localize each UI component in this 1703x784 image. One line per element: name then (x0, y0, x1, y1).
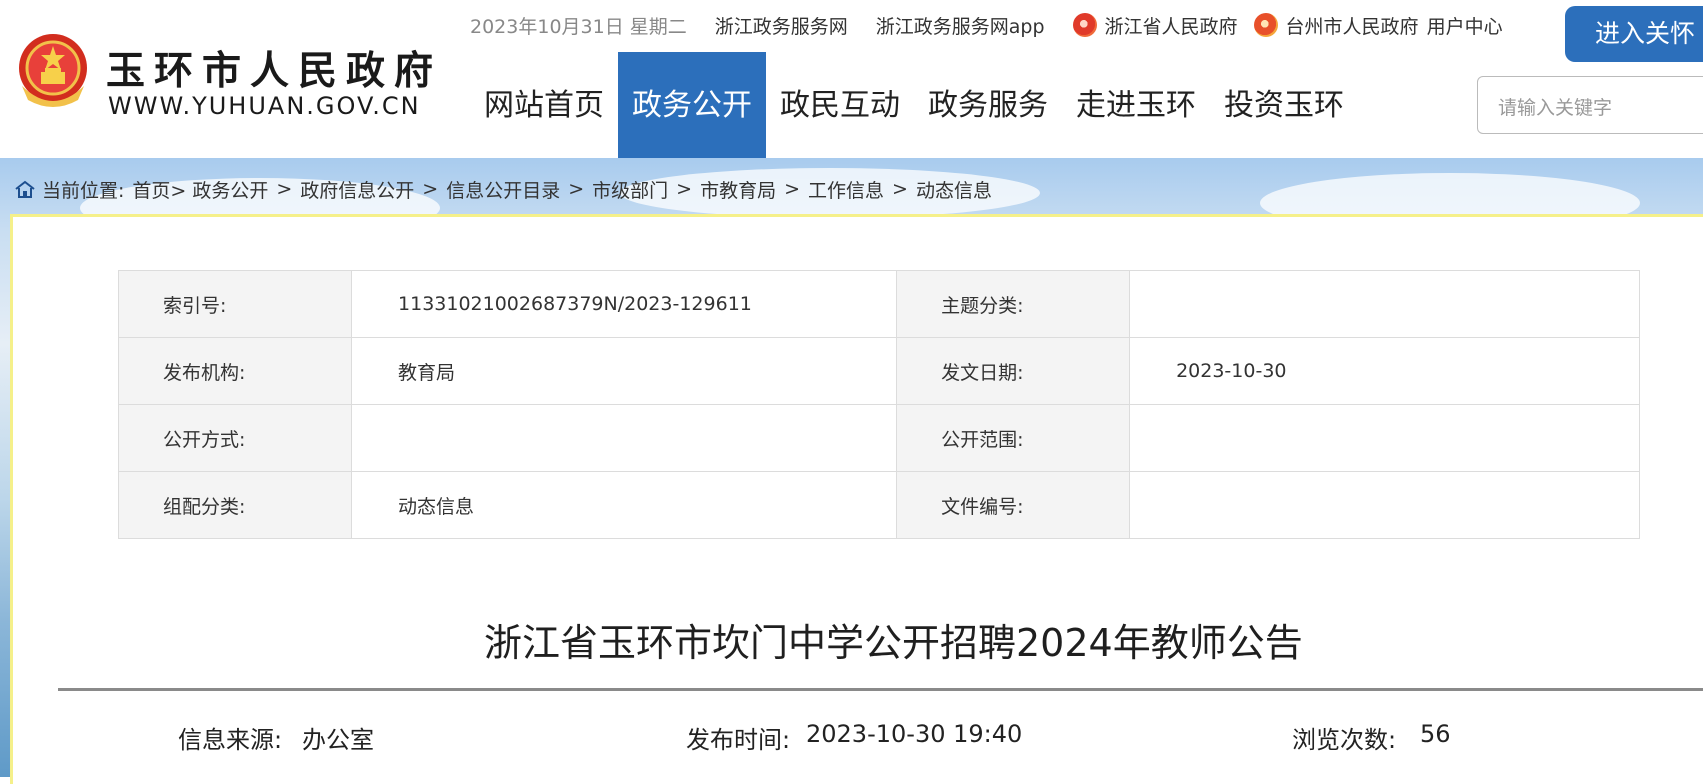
meta-label: 发布机构: (117, 337, 353, 405)
link-taizhou-gov-label: 台州市人民政府 (1285, 15, 1419, 38)
breadcrumb-item-gov-affairs[interactable]: 政务公开 (192, 176, 268, 203)
link-zjzwfw-app[interactable]: 浙江政务服务网app (876, 12, 1045, 39)
link-zhejiang-gov[interactable]: 浙江省人民政府 (1072, 12, 1238, 39)
table-row: 公开方式: 公开范围: (117, 404, 1640, 472)
breadcrumb-item-home[interactable]: 首页> (132, 176, 186, 203)
title-divider (58, 688, 1703, 691)
care-mode-button[interactable]: 进入关怀 (1565, 6, 1703, 62)
breadcrumb-label: 当前位置: (42, 179, 125, 202)
breadcrumb-separator: > (892, 178, 908, 200)
breadcrumb-separator: > (784, 178, 801, 200)
meta-label: 组配分类: (117, 471, 353, 539)
breadcrumb-item-departments[interactable]: 市级部门 (592, 176, 668, 203)
breadcrumb-item-work-info[interactable]: 工作信息 (808, 176, 884, 203)
meta-value: 教育局 (351, 337, 898, 405)
search-input[interactable]: 请输入关键字 (1477, 76, 1703, 134)
nav-invest[interactable]: 投资玉环 (1210, 52, 1358, 158)
nav-gov-affairs[interactable]: 政务公开 (618, 52, 766, 158)
views-count: 56 (1420, 720, 1451, 748)
breadcrumb-separator: > (568, 178, 585, 200)
breadcrumb: 当前位置: 首页> 政务公开 > 政府信息公开 > 信息公开目录 > 市级部门 … (14, 175, 992, 203)
meta-value: 动态信息 (351, 471, 898, 539)
home-icon (15, 180, 35, 198)
breadcrumb-item-info-disclosure[interactable]: 政府信息公开 (300, 176, 414, 203)
source-value: 办公室 (302, 726, 374, 754)
meta-value (351, 404, 898, 472)
meta-value (1129, 270, 1640, 338)
national-emblem-icon (19, 34, 87, 107)
site-header: 玉环市人民政府 WWW.YUHUAN.GOV.CN 2023年10月31日 星期… (0, 0, 1703, 158)
breadcrumb-item-catalog[interactable]: 信息公开目录 (446, 176, 560, 203)
metadata-table: 索引号: 11331021002687379N/2023-129611 主题分类… (117, 270, 1640, 539)
taizhou-gov-logo-icon (1253, 13, 1278, 37)
nav-interaction[interactable]: 政民互动 (766, 52, 914, 158)
table-row: 组配分类: 动态信息 文件编号: (117, 471, 1640, 539)
meta-label: 文件编号: (896, 471, 1131, 539)
nav-home[interactable]: 网站首页 (470, 52, 618, 158)
table-row: 索引号: 11331021002687379N/2023-129611 主题分类… (117, 270, 1640, 338)
breadcrumb-item-education-bureau[interactable]: 市教育局 (700, 176, 776, 203)
publish-time-label: 发布时间: (686, 726, 791, 754)
breadcrumb-item-news[interactable]: 动态信息 (916, 176, 992, 203)
meta-label: 公开范围: (896, 404, 1131, 472)
breadcrumb-separator: > (276, 178, 293, 200)
meta-label: 公开方式: (117, 404, 353, 472)
link-user-center[interactable]: 用户中心 (1427, 12, 1503, 39)
nav-services[interactable]: 政务服务 (914, 52, 1062, 158)
main-nav: 网站首页 政务公开 政民互动 政务服务 走进玉环 投资玉环 (470, 52, 1358, 158)
top-links-bar: 2023年10月31日 星期二 浙江政务服务网 浙江政务服务网app 浙江省人民… (470, 12, 1531, 38)
source-label: 信息来源: (178, 726, 283, 754)
nav-about-yuhuan[interactable]: 走进玉环 (1062, 52, 1210, 158)
meta-value: 2023-10-30 (1129, 337, 1640, 405)
breadcrumb-separator: > (676, 178, 693, 200)
site-name[interactable]: 玉环市人民政府 (106, 40, 442, 96)
zhejiang-gov-logo-icon (1072, 13, 1097, 37)
article-title: 浙江省玉环市坎门中学公开招聘2024年教师公告 (484, 621, 1303, 665)
meta-value: 11331021002687379N/2023-129611 (351, 270, 898, 338)
link-zjzwfw[interactable]: 浙江政务服务网 (715, 12, 848, 39)
meta-label: 发文日期: (896, 337, 1131, 405)
table-row: 发布机构: 教育局 发文日期: 2023-10-30 (117, 337, 1640, 405)
current-date: 2023年10月31日 星期二 (470, 15, 687, 38)
publish-time-value: 2023-10-30 19:40 (806, 720, 1023, 748)
meta-label: 索引号: (117, 270, 353, 338)
link-taizhou-gov[interactable]: 台州市人民政府 (1253, 12, 1419, 39)
site-url[interactable]: WWW.YUHUAN.GOV.CN (108, 92, 421, 120)
views-label: 浏览次数: (1292, 726, 1397, 754)
link-zhejiang-gov-label: 浙江省人民政府 (1104, 15, 1238, 38)
meta-value (1129, 404, 1640, 472)
meta-value (1129, 471, 1640, 539)
meta-label: 主题分类: (896, 270, 1131, 338)
breadcrumb-separator: > (422, 178, 439, 200)
